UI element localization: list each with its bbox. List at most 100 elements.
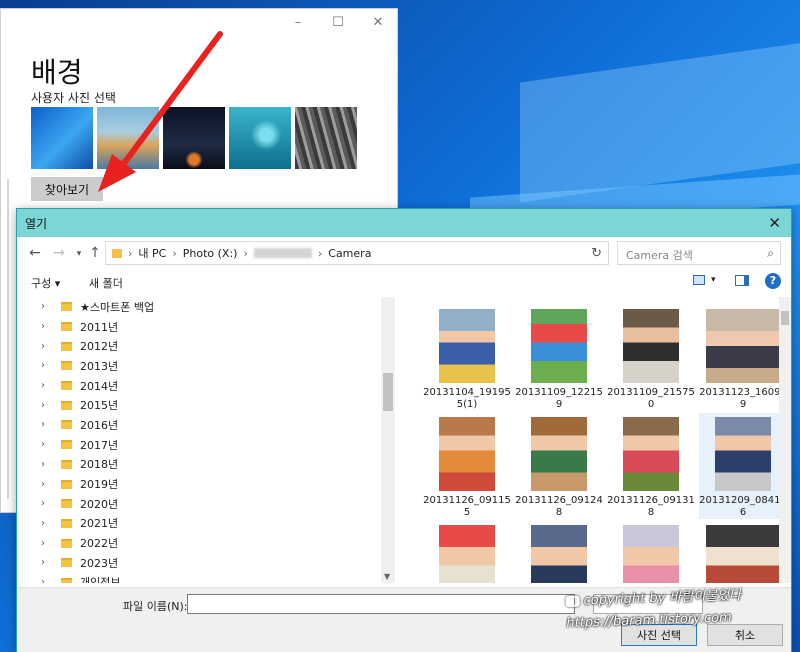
chevron-right-icon[interactable]: › <box>41 577 53 583</box>
file-name: 20131109_215750 <box>607 387 695 410</box>
folder-icon <box>61 341 72 351</box>
help-icon[interactable]: ? <box>765 273 781 289</box>
grid-scrollbar[interactable] <box>779 297 791 583</box>
folder-icon <box>61 400 72 410</box>
up-arrow-icon[interactable]: ↑ <box>87 245 103 261</box>
tree-item[interactable]: › 2014년 <box>17 376 395 396</box>
chevron-right-icon[interactable]: › <box>41 419 53 430</box>
breadcrumb-item[interactable]: Photo (X:) <box>183 247 238 260</box>
tree-item[interactable]: › 2021년 <box>17 514 395 534</box>
chevron-right-icon[interactable]: › <box>41 439 53 450</box>
background-thumbnail[interactable] <box>163 107 225 169</box>
organize-button[interactable]: 구성 ▾ <box>31 275 60 291</box>
tree-item[interactable]: › 개인정보 <box>17 573 395 583</box>
tree-item[interactable]: › 2012년 <box>17 336 395 356</box>
scrollbar-thumb[interactable] <box>781 311 789 325</box>
chevron-right-icon[interactable]: › <box>41 479 53 490</box>
file-item[interactable]: 20131109_122159 <box>515 305 603 411</box>
file-item[interactable]: 20131209_084106 <box>699 413 779 519</box>
chevron-right-icon[interactable]: › <box>41 341 53 352</box>
breadcrumb-item[interactable]: Camera <box>328 247 371 260</box>
file-item[interactable] <box>607 521 695 583</box>
folder-icon <box>61 459 72 469</box>
file-item[interactable]: 20131104_191955(1) <box>423 305 511 411</box>
tree-item[interactable]: › 2020년 <box>17 494 395 514</box>
chevron-right-icon[interactable]: › <box>41 360 53 371</box>
breadcrumb-item[interactable]: 내 PC <box>138 245 166 261</box>
tree-item[interactable]: › 2022년 <box>17 533 395 553</box>
folder-icon <box>61 577 72 583</box>
tree-item-label: 2021년 <box>80 517 119 531</box>
background-thumbnail[interactable] <box>31 107 93 169</box>
file-item[interactable]: 20131126_091155 <box>423 413 511 519</box>
chevron-down-icon[interactable]: ▾ <box>711 275 716 285</box>
chevron-right-icon[interactable]: › <box>41 301 53 312</box>
file-item[interactable] <box>699 521 779 583</box>
maximize-icon[interactable]: ☐ <box>331 15 345 30</box>
refresh-icon[interactable]: ↻ <box>591 246 602 261</box>
file-item[interactable]: 20131109_215750 <box>607 305 695 411</box>
tree-item[interactable]: › 2018년 <box>17 455 395 475</box>
tree-item[interactable]: › 2023년 <box>17 553 395 573</box>
choose-photo-label: 사용자 사진 선택 <box>31 91 116 105</box>
chevron-right-icon[interactable]: › <box>41 518 53 529</box>
page-title: 배경 <box>31 56 83 89</box>
filename-input[interactable] <box>187 594 575 614</box>
back-arrow-icon[interactable]: ← <box>27 245 43 261</box>
open-file-dialog: 열기 ✕ ← → ▾ ↑ › 내 PC › Photo (X:) › › Cam… <box>16 208 792 652</box>
background-thumbnail[interactable] <box>97 107 159 169</box>
background-thumbnail[interactable] <box>295 107 357 169</box>
close-icon[interactable]: ✕ <box>371 15 385 30</box>
chevron-right-icon[interactable]: › <box>41 498 53 509</box>
file-item[interactable]: 20131126_091248 <box>515 413 603 519</box>
scrollbar-thumb[interactable] <box>383 373 393 411</box>
file-item[interactable] <box>423 521 511 583</box>
browse-button[interactable]: 찾아보기 <box>31 177 103 201</box>
chevron-right-icon[interactable]: › <box>41 321 53 332</box>
blurred-breadcrumb[interactable] <box>253 248 312 258</box>
chevron-right-icon[interactable]: › <box>41 538 53 549</box>
view-icon[interactable] <box>693 275 705 285</box>
file-name: 20131126_091318 <box>607 495 695 518</box>
search-placeholder: Camera 검색 <box>626 249 693 262</box>
file-name: 20131109_122159 <box>515 387 603 410</box>
chevron-right-icon[interactable]: › <box>41 459 53 470</box>
file-name: 20131126_091248 <box>515 495 603 518</box>
file-item[interactable]: 20131126_091318 <box>607 413 695 519</box>
folder-icon <box>61 302 72 312</box>
tree-item[interactable]: › 2013년 <box>17 356 395 376</box>
folder-icon <box>112 248 122 258</box>
scroll-down-icon[interactable]: ▼ <box>384 572 390 581</box>
dialog-titlebar: 열기 ✕ <box>17 209 791 237</box>
tree-item[interactable]: › 2016년 <box>17 415 395 435</box>
chevron-down-icon[interactable]: ▾ <box>71 249 87 259</box>
search-input[interactable]: Camera 검색 ⌕ <box>617 241 781 265</box>
camera-icon <box>565 595 580 608</box>
tree-item-label: 2023년 <box>80 556 119 570</box>
folder-icon <box>61 518 72 528</box>
dialog-title: 열기 <box>25 216 48 231</box>
chevron-right-icon[interactable]: › <box>41 557 53 568</box>
tree-item[interactable]: › 2015년 <box>17 395 395 415</box>
tree-scrollbar[interactable]: ▼ <box>381 297 395 583</box>
tree-item[interactable]: › ★스마트폰 백업 <box>17 297 395 317</box>
filename-label: 파일 이름(N): <box>123 600 188 613</box>
address-bar[interactable]: › 내 PC › Photo (X:) › › Camera ↻ <box>105 241 609 265</box>
minimize-icon[interactable]: – <box>291 15 305 30</box>
chevron-right-icon[interactable]: › <box>41 380 53 391</box>
folder-icon <box>61 420 72 430</box>
forward-arrow-icon[interactable]: → <box>51 245 67 261</box>
folder-icon <box>61 558 72 568</box>
preview-pane-icon[interactable] <box>735 275 749 286</box>
file-grid: 20131104_191955(1) 20131109_122159 2013110… <box>399 297 779 583</box>
chevron-right-icon[interactable]: › <box>41 400 53 411</box>
window-controls: – ☐ ✕ <box>291 15 385 30</box>
tree-item[interactable]: › 2011년 <box>17 317 395 337</box>
tree-item[interactable]: › 2019년 <box>17 474 395 494</box>
file-item[interactable] <box>515 521 603 583</box>
tree-item[interactable]: › 2017년 <box>17 435 395 455</box>
new-folder-button[interactable]: 새 폴더 <box>89 275 123 291</box>
file-item[interactable]: 20131123_160929 <box>699 305 779 411</box>
background-thumbnail[interactable] <box>229 107 291 169</box>
close-icon[interactable]: ✕ <box>768 214 781 232</box>
